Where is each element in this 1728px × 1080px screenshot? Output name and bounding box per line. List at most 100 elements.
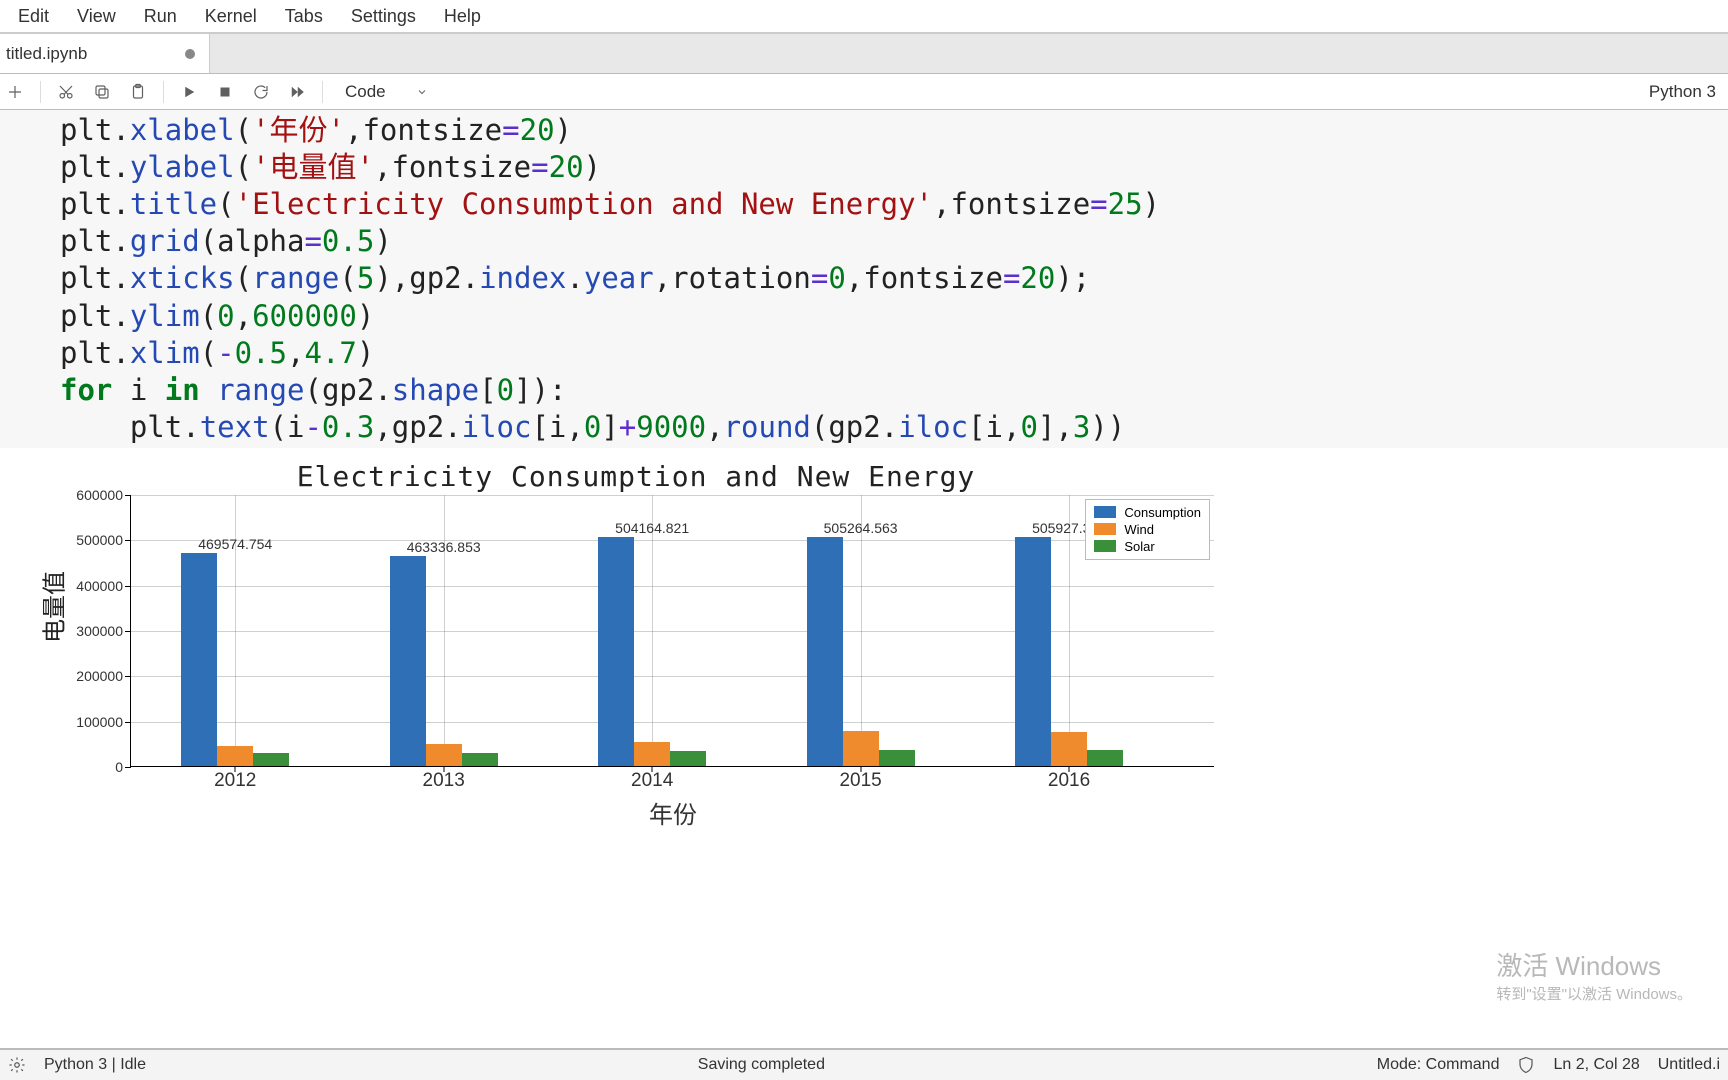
- bar-wind-2015: [843, 731, 879, 766]
- bar-solar-2013: [462, 753, 498, 766]
- bar-label-2013: 463336.853: [407, 539, 481, 555]
- status-file: Untitled.i: [1658, 1056, 1720, 1074]
- bar-wind-2014: [634, 742, 670, 766]
- toolbar: Code Python 3: [0, 74, 1728, 110]
- legend-label: Solar: [1124, 539, 1154, 554]
- xtick-label: 2016: [1048, 770, 1090, 792]
- sep: [40, 81, 41, 103]
- ytick-label: 400000: [59, 578, 123, 594]
- watermark-line1: 激活 Windows: [1496, 946, 1692, 983]
- legend-item-wind: Wind: [1094, 521, 1201, 538]
- status-cursor-pos: Ln 2, Col 28: [1553, 1056, 1639, 1074]
- ytick-label: 600000: [59, 487, 123, 503]
- gridline-v: [1069, 495, 1070, 766]
- legend-item-solar: Solar: [1094, 538, 1201, 555]
- ytick-label: 300000: [59, 623, 123, 639]
- gridline-h: [131, 722, 1214, 723]
- bar-label-2012: 469574.754: [198, 536, 272, 552]
- run-button[interactable]: [178, 81, 200, 103]
- legend-label: Wind: [1124, 522, 1154, 537]
- menu-tabs[interactable]: Tabs: [271, 0, 337, 33]
- sep: [163, 81, 164, 103]
- xtick-label: 2014: [631, 770, 673, 792]
- ytick-mark: [125, 586, 131, 587]
- add-cell-button[interactable]: [4, 81, 26, 103]
- bar-consumption-2013: [390, 556, 426, 766]
- bar-consumption-2014: [598, 537, 634, 766]
- legend-swatch: [1094, 540, 1116, 552]
- bar-consumption-2012: [181, 553, 217, 766]
- menu-help[interactable]: Help: [430, 0, 495, 33]
- menu-view[interactable]: View: [63, 0, 130, 33]
- chart-axes: 0100000200000300000400000500000600000201…: [130, 495, 1214, 767]
- code-cell[interactable]: plt.xlabel('年份',fontsize=20) plt.ylabel(…: [0, 110, 1728, 448]
- gridline-v: [444, 495, 445, 766]
- stop-button[interactable]: [214, 81, 236, 103]
- bar-label-2015: 505264.563: [824, 520, 898, 536]
- ytick-label: 0: [59, 759, 123, 775]
- gridline-h: [131, 540, 1214, 541]
- kernel-indicator[interactable]: Python 3: [1649, 82, 1724, 102]
- restart-button[interactable]: [250, 81, 272, 103]
- watermark-line2: 转到"设置"以激活 Windows。: [1496, 983, 1692, 1004]
- tabbar: titled.ipynb: [0, 34, 1728, 74]
- ytick-label: 100000: [59, 714, 123, 730]
- xtick-label: 2015: [839, 770, 881, 792]
- bar-solar-2014: [670, 751, 706, 766]
- gear-icon[interactable]: [8, 1056, 26, 1074]
- sep: [322, 81, 323, 103]
- menu-run[interactable]: Run: [130, 0, 191, 33]
- ytick-mark: [125, 676, 131, 677]
- dirty-dot-icon: [185, 49, 195, 59]
- ytick-mark: [125, 495, 131, 496]
- bar-solar-2015: [879, 750, 915, 766]
- menu-settings[interactable]: Settings: [337, 0, 430, 33]
- tab-label: titled.ipynb: [6, 44, 87, 64]
- gridline-h: [131, 676, 1214, 677]
- gridline-h: [131, 495, 1214, 496]
- legend-swatch: [1094, 523, 1116, 535]
- chevron-down-icon: [416, 86, 428, 98]
- chart-output: 电量值 Electricity Consumption and New Ener…: [56, 456, 1216, 830]
- gridline-h: [131, 586, 1214, 587]
- ytick-mark: [125, 540, 131, 541]
- gridline-h: [131, 631, 1214, 632]
- bar-label-2014: 504164.821: [615, 520, 689, 536]
- chart-legend: Consumption Wind Solar: [1085, 499, 1210, 560]
- bar-solar-2012: [253, 753, 289, 766]
- xtick-label: 2013: [423, 770, 465, 792]
- chart-title: Electricity Consumption and New Energy: [56, 456, 1216, 495]
- bar-wind-2016: [1051, 732, 1087, 766]
- ytick-mark: [125, 767, 131, 768]
- status-bar: Python 3 | Idle Saving completed Mode: C…: [0, 1048, 1728, 1080]
- status-kernel: Python 3 | Idle: [44, 1056, 146, 1074]
- bar-wind-2013: [426, 744, 462, 766]
- ytick-mark: [125, 631, 131, 632]
- shield-icon[interactable]: [1517, 1056, 1535, 1074]
- bar-consumption-2015: [807, 537, 843, 766]
- menubar: EditViewRunKernelTabsSettingsHelp: [0, 0, 1728, 34]
- tab-untitled[interactable]: titled.ipynb: [0, 34, 210, 73]
- ytick-label: 500000: [59, 532, 123, 548]
- ytick-label: 200000: [59, 668, 123, 684]
- cell-type-select[interactable]: Code: [337, 80, 436, 104]
- copy-button[interactable]: [91, 81, 113, 103]
- menu-kernel[interactable]: Kernel: [191, 0, 271, 33]
- ytick-mark: [125, 722, 131, 723]
- status-mode: Mode: Command: [1377, 1056, 1500, 1074]
- cell-type-label: Code: [345, 82, 386, 102]
- xtick-label: 2012: [214, 770, 256, 792]
- bar-wind-2012: [217, 746, 253, 766]
- code-content[interactable]: plt.xlabel('年份',fontsize=20) plt.ylabel(…: [60, 112, 1728, 446]
- run-all-button[interactable]: [286, 81, 308, 103]
- paste-button[interactable]: [127, 81, 149, 103]
- status-save: Saving completed: [698, 1056, 825, 1074]
- legend-item-consumption: Consumption: [1094, 504, 1201, 521]
- bar-solar-2016: [1087, 750, 1123, 766]
- menu-edit[interactable]: Edit: [4, 0, 63, 33]
- cut-button[interactable]: [55, 81, 77, 103]
- windows-activation-watermark: 激活 Windows 转到"设置"以激活 Windows。: [1496, 946, 1692, 1004]
- legend-swatch: [1094, 506, 1116, 518]
- notebook-area: plt.xlabel('年份',fontsize=20) plt.ylabel(…: [0, 110, 1728, 1048]
- legend-label: Consumption: [1124, 505, 1201, 520]
